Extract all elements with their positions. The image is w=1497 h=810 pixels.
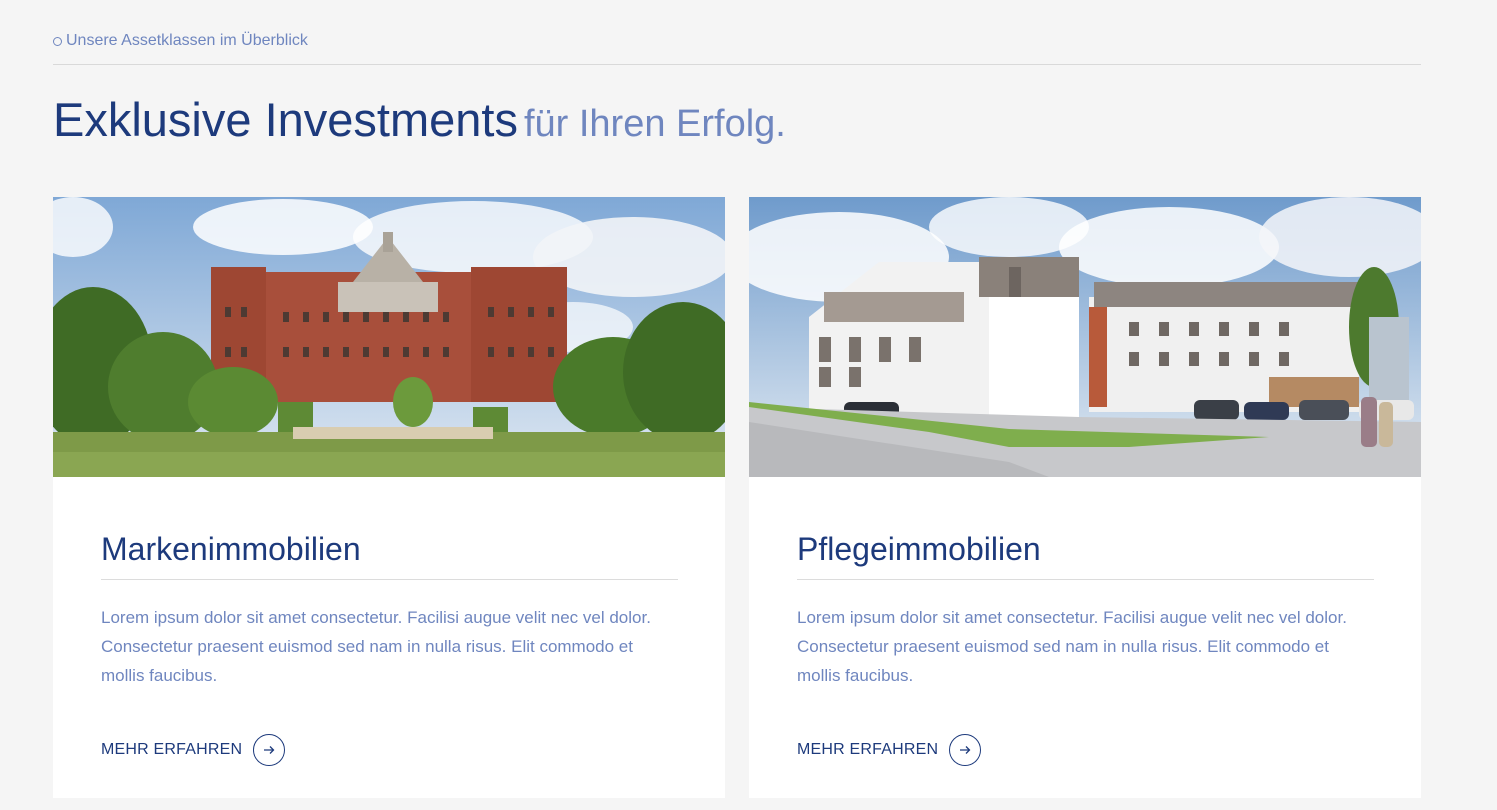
card-description: Lorem ipsum dolor sit amet consectetur. … (797, 608, 1347, 685)
mehr-erfahren-label: MEHR ERFAHREN (101, 741, 243, 758)
card-title: Pflegeimmobilien (797, 533, 1374, 580)
circle-bullet-icon (53, 36, 62, 46)
card-description: Lorem ipsum dolor sit amet consectetur. … (101, 608, 651, 685)
section-headline: Exklusive Investments für Ihren Erfolg. (53, 96, 786, 143)
arrow-right-icon[interactable] (253, 734, 286, 766)
asset-card-markenimmobilien: Markenimmobilien Lorem ipsum dolor sit a… (53, 197, 725, 798)
card-image-care-home[interactable] (749, 197, 1421, 477)
mehr-erfahren-link[interactable]: MEHR ERFAHREN (797, 734, 982, 766)
eyebrow-label: Unsere Assetklassen im Überblick (66, 32, 308, 49)
asset-card-pflegeimmobilien: Pflegeimmobilien Lorem ipsum dolor sit a… (749, 197, 1421, 798)
section-divider (53, 64, 1421, 65)
card-body: Pflegeimmobilien Lorem ipsum dolor sit a… (797, 533, 1374, 690)
headline-main: Exklusive Investments (53, 93, 518, 146)
card-image-historic-building[interactable] (53, 197, 725, 477)
headline-accent: für Ihren Erfolg. (523, 103, 786, 145)
mehr-erfahren-link[interactable]: MEHR ERFAHREN (101, 734, 286, 766)
mehr-erfahren-label: MEHR ERFAHREN (797, 741, 939, 758)
card-body: Markenimmobilien Lorem ipsum dolor sit a… (101, 533, 678, 690)
arrow-right-icon[interactable] (949, 734, 982, 766)
card-title: Markenimmobilien (101, 533, 678, 580)
section-eyebrow: Unsere Assetklassen im Überblick (53, 32, 308, 50)
